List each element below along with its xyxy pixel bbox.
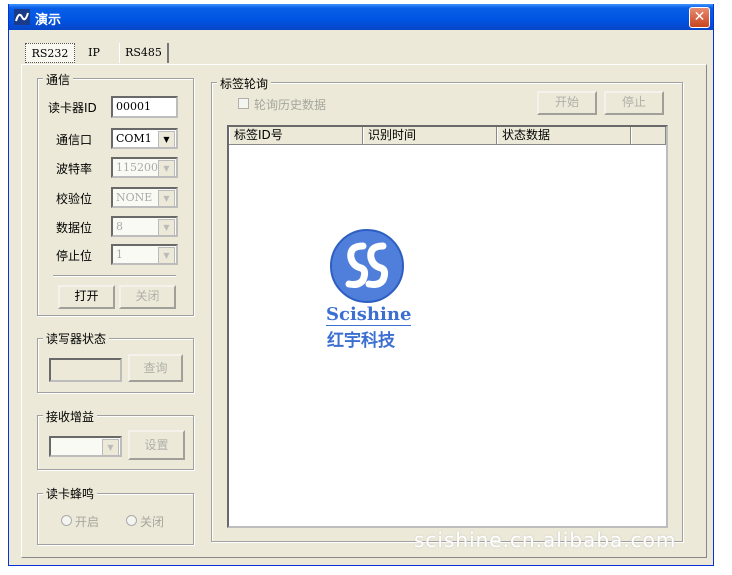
scishine-logo-icon <box>330 229 404 303</box>
chevron-down-icon[interactable]: ▼ <box>158 131 175 148</box>
baud-select: 115200 ▼ <box>111 157 178 178</box>
tab-rs232[interactable]: RS232 <box>25 43 75 63</box>
port-select[interactable]: COM1 ▼ <box>111 128 178 149</box>
app-window: 演示 ✕ RS232 IP RS485 通信 读卡器ID 00001 通信口 C… <box>8 4 714 566</box>
app-icon <box>14 9 30 25</box>
set-gain-button: 设置 <box>128 430 185 460</box>
port-label: 通信口 <box>56 133 93 147</box>
comm-separator <box>53 275 176 277</box>
gain-select: ▼ <box>49 436 122 457</box>
databits-select: 8 ▼ <box>111 216 178 237</box>
buzzer-group-title: 读卡蜂鸣 <box>43 485 98 502</box>
history-checkbox <box>238 98 249 109</box>
title-bar[interactable]: 演示 ✕ <box>9 4 713 30</box>
parity-select: NONE ▼ <box>111 187 178 208</box>
chevron-down-icon: ▼ <box>158 219 175 236</box>
history-checkbox-label: 轮询历史数据 <box>254 98 327 112</box>
stop-button: 停止 <box>604 91 664 115</box>
buzzer-off-radio <box>126 515 137 526</box>
buzzer-on-label: 开启 <box>75 515 100 529</box>
parity-select-value: NONE <box>116 191 153 204</box>
databits-select-value: 8 <box>116 220 123 233</box>
reader-status-title: 读写器状态 <box>43 330 110 347</box>
stopbits-select-value: 1 <box>116 248 123 261</box>
column-extra[interactable] <box>631 127 666 144</box>
databits-label: 数据位 <box>56 221 93 235</box>
chevron-down-icon: ▼ <box>158 190 175 207</box>
comm-group-title: 通信 <box>43 71 74 88</box>
reader-status-field <box>49 358 122 382</box>
port-select-value: COM1 <box>116 132 152 145</box>
parity-label: 校验位 <box>56 192 93 206</box>
baud-select-value: 115200 <box>116 161 158 174</box>
buzzer-on-radio <box>61 515 72 526</box>
logo-name: Scishine <box>326 304 412 326</box>
tag-list[interactable]: 标签ID号 识别时间 状态数据 <box>227 125 668 528</box>
gain-group-title: 接收增益 <box>43 408 98 425</box>
logo-cn-name: 红宇科技 <box>327 331 395 351</box>
buzzer-off-label: 关闭 <box>140 515 165 529</box>
tag-list-header: 标签ID号 识别时间 状态数据 <box>229 127 666 145</box>
reader-id-label: 读卡器ID <box>48 101 97 115</box>
baud-label: 波特率 <box>56 162 93 176</box>
chevron-down-icon: ▼ <box>158 160 175 177</box>
stopbits-label: 停止位 <box>56 249 93 263</box>
close-port-button: 关闭 <box>119 285 176 309</box>
watermark: scishine.cn.alibaba.com <box>414 528 677 552</box>
close-button[interactable]: ✕ <box>689 7 710 28</box>
column-status-data[interactable]: 状态数据 <box>497 127 631 144</box>
chevron-down-icon: ▼ <box>158 247 175 264</box>
reader-id-input[interactable]: 00001 <box>111 96 178 118</box>
tab-rs485[interactable]: RS485 <box>119 43 169 63</box>
query-button: 查询 <box>128 354 183 382</box>
chevron-down-icon: ▼ <box>102 439 119 456</box>
polling-group-title: 标签轮询 <box>217 75 272 92</box>
start-button: 开始 <box>537 91 597 115</box>
window-title: 演示 <box>35 13 62 28</box>
column-read-time[interactable]: 识别时间 <box>363 127 497 144</box>
close-icon: ✕ <box>693 9 706 25</box>
tab-ip[interactable]: IP <box>73 43 115 63</box>
column-tag-id[interactable]: 标签ID号 <box>229 127 363 144</box>
open-button[interactable]: 打开 <box>58 285 115 309</box>
stopbits-select: 1 ▼ <box>111 244 178 265</box>
